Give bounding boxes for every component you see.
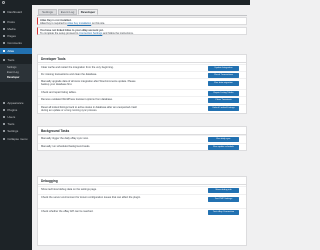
check-transactions-button[interactable]: Check Transactions — [208, 73, 239, 78]
menu-item-users[interactable]: Users — [0, 114, 32, 120]
tools-icon — [2, 122, 5, 126]
show-debug-info-button[interactable]: Show debug info — [208, 188, 239, 193]
tab-divider — [37, 15, 247, 16]
atlas-submenu: Settings Event Log Developer — [0, 64, 32, 82]
debug-row: Check whether the eBay API can be reache… — [38, 208, 246, 216]
dashboard-icon — [2, 10, 5, 14]
run-update-schedule-button[interactable]: Run update schedule — [208, 145, 239, 150]
menu-item-comments[interactable]: Comments — [0, 40, 32, 46]
menu-item-label: Tools — [7, 58, 15, 62]
notice-text: Atlas Key is required to Atlas Key insta… — [40, 22, 106, 26]
debug-description: Show technical debug data on the setting… — [41, 188, 97, 191]
menu-item-tools-plugin[interactable]: Tools — [0, 57, 32, 63]
unlock-locked-listings-button[interactable]: Unlock Locked Listings — [208, 106, 239, 111]
menu-item-appearance[interactable]: Appearance — [0, 100, 32, 106]
menu-item-label: Plugins — [7, 108, 18, 112]
menu-item-label: Media — [7, 27, 16, 31]
menu-item-tools[interactable]: Tools — [0, 121, 32, 127]
notice-link[interactable]: Atlas Key installation — [67, 22, 91, 25]
tool-description: Fix missing transactions and clean the d… — [41, 73, 98, 76]
atlas-icon — [2, 49, 5, 53]
debug-description: Check whether the eBay API can be reache… — [41, 210, 94, 213]
run-data-migration-button[interactable]: Run data migration — [208, 81, 239, 86]
test-php-settings-button[interactable]: Test PHP Settings — [208, 197, 239, 202]
tool-description: Remove outdated WordPress transient opti… — [41, 98, 113, 101]
plug-icon — [2, 108, 5, 112]
tool-row: Fix missing transactions and clean the d… — [38, 71, 246, 78]
panel-title: Debugging — [41, 179, 58, 183]
tool-description: Clear cache and restart the integration … — [41, 66, 114, 69]
submenu-item-settings[interactable]: Settings — [7, 66, 16, 69]
notice-atlas-key: Atlas Key is not installed. Atlas Key is… — [37, 17, 247, 25]
menu-item-label: Settings — [7, 129, 19, 133]
menu-item-settings[interactable]: Settings — [0, 128, 32, 134]
menu-item-label: Collapse menu — [7, 137, 28, 141]
admin-sidebar: Dashboard Posts Media Pages Comments Atl… — [0, 5, 32, 250]
debug-row: Show technical debug data on the setting… — [38, 186, 246, 194]
tool-description: Reset all locked listings back to active… — [41, 106, 138, 113]
collapse-icon — [2, 137, 5, 141]
repair-listing-tables-button[interactable]: Repair Listing Tables — [208, 91, 239, 96]
developer-tools-panel: Developer Tools Clear cache and restart … — [37, 54, 247, 114]
user-icon — [2, 115, 5, 119]
notice-text: To complete the setup proceed to Connect… — [40, 32, 134, 36]
submenu-item-developer[interactable]: Developer — [7, 76, 20, 79]
pin-icon — [2, 20, 5, 24]
tool-row: Reset all locked listings back to active… — [38, 104, 246, 115]
menu-item-label: Appearance — [7, 101, 24, 105]
task-row: Manually trigger the daily eBay sync now… — [38, 135, 246, 143]
wordpress-logo-icon[interactable] — [2, 1, 5, 4]
brush-icon — [2, 101, 5, 105]
panel-title: Developer Tools — [41, 57, 66, 61]
menu-item-atlas[interactable]: Atlas — [0, 48, 32, 54]
menu-item-media[interactable]: Media — [0, 26, 32, 32]
clean-transients-button[interactable]: Clean Transients — [208, 98, 239, 103]
tool-description: Check and repair listing tables. — [41, 91, 77, 94]
tool-row: Manually upgrade data of all store integ… — [38, 78, 246, 89]
submenu-item-event-log[interactable]: Event Log — [7, 71, 19, 74]
menu-item-label: Users — [7, 115, 16, 119]
debugging-panel: Debugging Show technical debug data on t… — [37, 176, 247, 246]
wrench-icon — [2, 58, 5, 62]
media-icon — [2, 27, 5, 31]
menu-item-label: Atlas — [7, 49, 15, 53]
task-row: Manually run scheduled background tasks.… — [38, 143, 246, 151]
notice-link[interactable]: Connection Settings — [79, 32, 102, 35]
test-ebay-connection-button[interactable]: Test eBay Connection — [208, 210, 239, 215]
tab-bar: Settings Event Log Developer — [32, 5, 250, 15]
tool-row: Clear cache and restart the integration … — [38, 64, 246, 71]
menu-item-label: Tools — [7, 122, 15, 126]
menu-item-posts[interactable]: Posts — [0, 19, 32, 25]
panel-title: Background Tasks — [41, 129, 70, 133]
menu-item-collapse[interactable]: Collapse menu — [0, 136, 32, 142]
notice-ebay-link: You have not linked Atlas to your eBay a… — [37, 27, 247, 35]
task-description: Manually run scheduled background tasks. — [41, 145, 91, 148]
tool-row: Check and repair listing tables. Repair … — [38, 89, 246, 96]
background-tasks-panel: Background Tasks Manually trigger the da… — [37, 126, 247, 151]
debug-description: Check the server environment for known c… — [41, 196, 141, 199]
menu-item-label: Posts — [7, 20, 15, 24]
menu-item-label: Dashboard — [7, 10, 23, 14]
page-icon — [2, 34, 5, 38]
tool-description: Manually upgrade data of all store integ… — [41, 80, 136, 87]
menu-item-dashboard[interactable]: Dashboard — [0, 9, 32, 15]
debug-row: Check the server environment for known c… — [38, 194, 246, 208]
menu-item-plugins[interactable]: Plugins — [0, 107, 32, 113]
menu-item-label: Comments — [7, 41, 22, 45]
update-integration-button[interactable]: Update Integration — [208, 66, 239, 71]
comment-icon — [2, 41, 5, 45]
run-daily-sync-button[interactable]: Run daily sync — [208, 137, 239, 142]
task-description: Manually trigger the daily eBay sync now… — [41, 137, 89, 140]
settings-icon — [2, 129, 5, 133]
menu-item-pages[interactable]: Pages — [0, 33, 32, 39]
menu-item-label: Pages — [7, 34, 16, 38]
tool-row: Remove outdated WordPress transient opti… — [38, 96, 246, 104]
